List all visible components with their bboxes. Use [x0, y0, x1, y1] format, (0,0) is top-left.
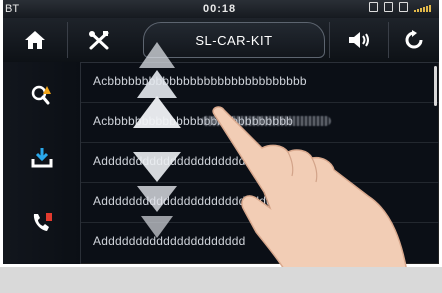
bt-indicator: BT — [5, 3, 20, 15]
sd-card-icon — [369, 2, 378, 12]
toolbar: SL-CAR-KIT — [3, 18, 439, 63]
search-contact-icon — [31, 85, 51, 105]
speaker-icon — [349, 32, 369, 48]
signal-icon — [414, 2, 431, 12]
settings-button[interactable] — [68, 18, 130, 62]
usb-icon — [384, 2, 393, 12]
delete-call-log-button[interactable] — [3, 192, 80, 254]
battery-icon — [399, 2, 408, 12]
download-contacts-button[interactable] — [3, 126, 80, 188]
home-button[interactable] — [3, 18, 67, 62]
phone-delete-icon — [33, 213, 52, 231]
refresh-icon — [405, 30, 423, 49]
device-name-label: SL-CAR-KIT — [195, 32, 273, 48]
download-icon — [31, 148, 52, 168]
scrollbar[interactable] — [434, 66, 437, 106]
list-item[interactable]: Acbbbbbbbbbbbbbbbbbbbbbbbbbbbbb — [81, 62, 439, 103]
refresh-button[interactable] — [389, 18, 439, 62]
pointing-hand — [212, 106, 411, 293]
clock: 00:18 — [203, 3, 237, 15]
volume-button[interactable] — [330, 18, 388, 62]
bottom-band — [0, 267, 442, 293]
contact-name: Acbbbbbbbbbbbbbbbbbbbbbbbbbbbbb — [93, 74, 307, 88]
home-icon — [25, 31, 45, 49]
device-name: SL-CAR-KIT — [143, 22, 325, 58]
tools-icon — [89, 31, 109, 50]
status-bar: BT 00:18 — [3, 0, 439, 18]
status-icons — [369, 2, 431, 12]
sidebar — [3, 62, 81, 264]
search-contact-button[interactable] — [3, 64, 80, 126]
